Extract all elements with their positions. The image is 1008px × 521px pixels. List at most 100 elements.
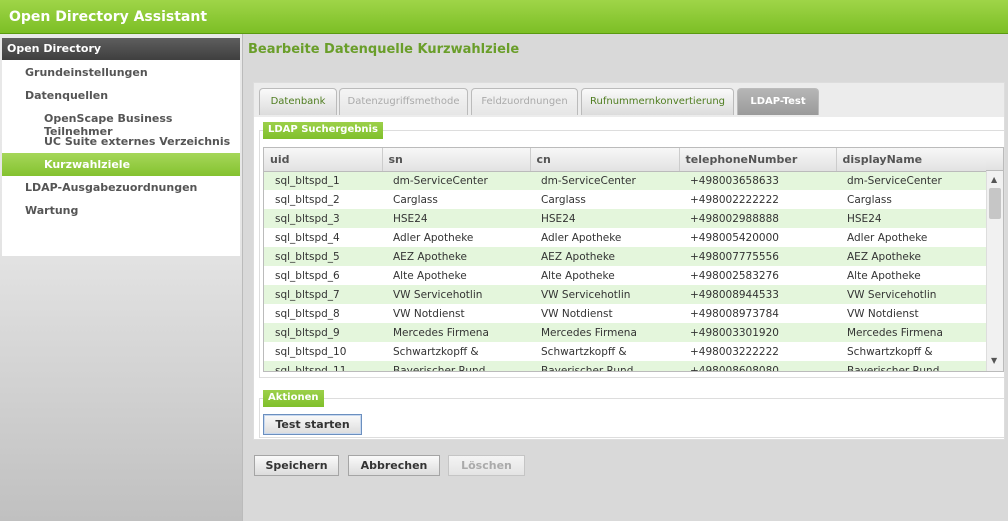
cell-telephone: +498002222222 <box>679 190 836 209</box>
cell-telephone: +498002583276 <box>679 266 836 285</box>
cell-uid: sql_bltspd_10 <box>264 342 382 361</box>
cell-displayname: dm-ServiceCenter <box>836 171 986 190</box>
test-start-button[interactable]: Test starten <box>263 414 362 435</box>
sidebar-item-uc-suite-externes-verzeichnis[interactable]: UC Suite externes Verzeichnis <box>2 130 240 153</box>
cell-cn: Adler Apotheke <box>530 228 679 247</box>
column-header-uid[interactable]: uid <box>264 148 383 172</box>
sidebar-item-grundeinstellungen[interactable]: Grundeinstellungen <box>2 61 240 84</box>
cell-cn: Bayerischer Rund <box>530 361 679 371</box>
table-row[interactable]: sql_bltspd_1 dm-ServiceCenter dm-Service… <box>264 171 986 190</box>
cell-sn: Alte Apotheke <box>382 266 530 285</box>
cell-displayname: Carglass <box>836 190 986 209</box>
app-title: Open Directory Assistant <box>9 9 208 25</box>
table-row[interactable]: sql_bltspd_10 Schwartzkopff & Schwartzko… <box>264 342 986 361</box>
sidebar-item-wartung[interactable]: Wartung <box>2 199 240 222</box>
cell-displayname: Bayerischer Rund <box>836 361 986 371</box>
table-row[interactable]: sql_bltspd_2 Carglass Carglass +49800222… <box>264 190 986 209</box>
sidebar-item-kurzwahlziele[interactable]: Kurzwahlziele <box>2 153 240 176</box>
cancel-button[interactable]: Abbrechen <box>348 455 440 476</box>
cell-telephone: +498003658633 <box>679 171 836 190</box>
cell-uid: sql_bltspd_11 <box>264 361 382 371</box>
table-row[interactable]: sql_bltspd_5 AEZ Apotheke AEZ Apotheke +… <box>264 247 986 266</box>
cell-telephone: +498003222222 <box>679 342 836 361</box>
cell-cn: dm-ServiceCenter <box>530 171 679 190</box>
cell-displayname: Adler Apotheke <box>836 228 986 247</box>
cell-displayname: Schwartzkopff & <box>836 342 986 361</box>
cell-uid: sql_bltspd_8 <box>264 304 382 323</box>
cell-telephone: +498008944533 <box>679 285 836 304</box>
table-row[interactable]: sql_bltspd_8 VW Notdienst VW Notdienst +… <box>264 304 986 323</box>
cell-telephone: +498005420000 <box>679 228 836 247</box>
cell-sn: Carglass <box>382 190 530 209</box>
cell-sn: Bayerischer Rund <box>382 361 530 371</box>
cell-uid: sql_bltspd_9 <box>264 323 382 342</box>
cell-displayname: VW Servicehotlin <box>836 285 986 304</box>
cell-uid: sql_bltspd_2 <box>264 190 382 209</box>
results-legend: LDAP Suchergebnis <box>263 122 383 139</box>
tab-rufnummernkonvertierung[interactable]: Rufnummernkonvertierung <box>581 88 734 115</box>
table-row[interactable]: sql_bltspd_7 VW Servicehotlin VW Service… <box>264 285 986 304</box>
column-header-telephonenumber[interactable]: telephoneNumber <box>679 148 837 172</box>
save-button[interactable]: Speichern <box>254 455 339 476</box>
cell-telephone: +498008973784 <box>679 304 836 323</box>
cell-cn: HSE24 <box>530 209 679 228</box>
cell-uid: sql_bltspd_5 <box>264 247 382 266</box>
column-header-cn[interactable]: cn <box>530 148 680 172</box>
sidebar-header[interactable]: Open Directory <box>2 38 240 60</box>
cell-uid: sql_bltspd_7 <box>264 285 382 304</box>
table-row[interactable]: sql_bltspd_9 Mercedes Firmena Mercedes F… <box>264 323 986 342</box>
cell-cn: Schwartzkopff & <box>530 342 679 361</box>
app-header: Open Directory Assistant <box>0 0 1008 34</box>
grid-vertical-scrollbar[interactable]: ▲ ▼ <box>986 171 1003 371</box>
scroll-up-arrow-icon[interactable]: ▲ <box>991 175 997 184</box>
cell-sn: HSE24 <box>382 209 530 228</box>
scrollbar-thumb[interactable] <box>989 188 1001 219</box>
results-grid[interactable]: uid sn cn telephoneNumber displayName sq… <box>263 147 1004 372</box>
cell-telephone: +498002988888 <box>679 209 836 228</box>
tab-datenzugriffsmethode[interactable]: Datenzugriffsmethode <box>339 88 468 115</box>
scroll-down-arrow-icon[interactable]: ▼ <box>991 356 997 365</box>
cell-telephone: +498008608080 <box>679 361 836 371</box>
cell-displayname: HSE24 <box>836 209 986 228</box>
cell-displayname: AEZ Apotheke <box>836 247 986 266</box>
cell-uid: sql_bltspd_1 <box>264 171 382 190</box>
cell-cn: Mercedes Firmena <box>530 323 679 342</box>
grid-header-corner <box>986 148 1003 171</box>
actions-legend: Aktionen <box>263 390 324 407</box>
page-title: Bearbeite Datenquelle Kurzwahlziele <box>248 42 520 57</box>
table-row[interactable]: sql_bltspd_4 Adler Apotheke Adler Apothe… <box>264 228 986 247</box>
cell-cn: VW Servicehotlin <box>530 285 679 304</box>
tab-ldap-test[interactable]: LDAP-Test <box>737 88 819 115</box>
cell-sn: VW Notdienst <box>382 304 530 323</box>
table-row[interactable]: sql_bltspd_3 HSE24 HSE24 +498002988888 H… <box>264 209 986 228</box>
cell-sn: Schwartzkopff & <box>382 342 530 361</box>
cell-uid: sql_bltspd_3 <box>264 209 382 228</box>
cell-uid: sql_bltspd_4 <box>264 228 382 247</box>
cell-sn: VW Servicehotlin <box>382 285 530 304</box>
sidebar-item-ldap-ausgabezuordnungen[interactable]: LDAP-Ausgabezuordnungen <box>2 176 240 199</box>
cell-telephone: +498007775556 <box>679 247 836 266</box>
table-row[interactable]: sql_bltspd_6 Alte Apotheke Alte Apotheke… <box>264 266 986 285</box>
cell-displayname: Alte Apotheke <box>836 266 986 285</box>
cell-sn: Mercedes Firmena <box>382 323 530 342</box>
sidebar-item-openscape-business-teilnehmer[interactable]: OpenScape Business Teilnehmer <box>2 107 240 138</box>
sidebar: Open Directory Grundeinstellungen Datenq… <box>0 34 243 521</box>
delete-button[interactable]: Löschen <box>448 455 525 476</box>
cell-sn: AEZ Apotheke <box>382 247 530 266</box>
tab-feldzuordnungen[interactable]: Feldzuordnungen <box>471 88 578 115</box>
table-header-row: uid sn cn telephoneNumber displayName <box>264 148 987 172</box>
table-row[interactable]: sql_bltspd_11 Bayerischer Rund Bayerisch… <box>264 361 986 371</box>
cell-cn: Carglass <box>530 190 679 209</box>
cell-sn: dm-ServiceCenter <box>382 171 530 190</box>
cell-cn: Alte Apotheke <box>530 266 679 285</box>
results-table: uid sn cn telephoneNumber displayName sq… <box>264 148 987 371</box>
cell-telephone: +498003301920 <box>679 323 836 342</box>
cell-displayname: VW Notdienst <box>836 304 986 323</box>
cell-cn: AEZ Apotheke <box>530 247 679 266</box>
column-header-displayname[interactable]: displayName <box>836 148 987 172</box>
cell-sn: Adler Apotheke <box>382 228 530 247</box>
sidebar-item-datenquellen[interactable]: Datenquellen <box>2 84 240 107</box>
tab-datenbank[interactable]: Datenbank <box>259 88 337 115</box>
column-header-sn[interactable]: sn <box>382 148 531 172</box>
cell-displayname: Mercedes Firmena <box>836 323 986 342</box>
